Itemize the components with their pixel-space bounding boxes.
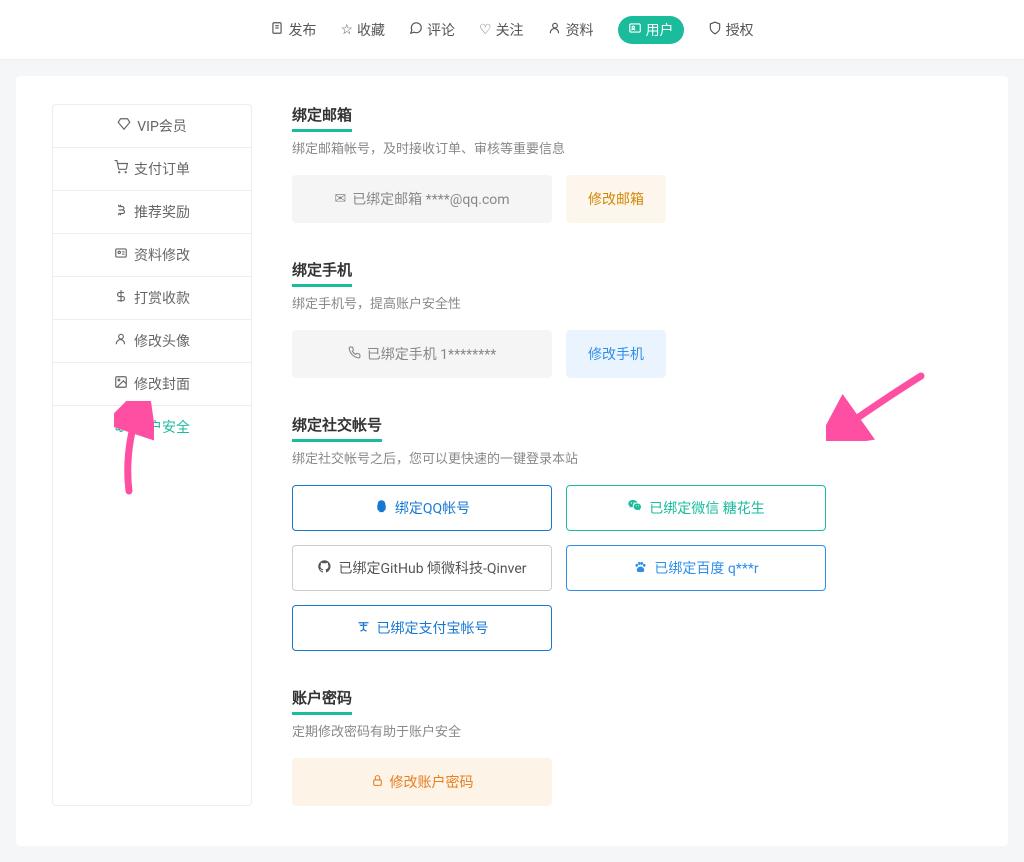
image-icon <box>114 375 128 393</box>
alipay-label: 已绑定支付宝帐号 <box>377 618 489 638</box>
password-btn-label: 修改账户密码 <box>390 772 474 792</box>
bind-github-button[interactable]: 已绑定GitHub 倾微科技-Qinver <box>292 545 552 591</box>
diamond-icon <box>117 117 131 135</box>
idcard-icon <box>628 21 642 39</box>
idcard-icon <box>114 246 128 264</box>
nav-label: 用户 <box>646 20 674 40</box>
nav-comment[interactable]: 评论 <box>409 20 455 40</box>
change-email-button[interactable]: 修改邮箱 <box>566 175 666 223</box>
sidebar-item-label: 资料修改 <box>134 245 190 265</box>
change-password-button[interactable]: 修改账户密码 <box>292 758 552 806</box>
sidebar-item-label: 打赏收款 <box>134 288 190 308</box>
chat-icon <box>409 21 423 39</box>
sidebar-item-label: VIP会员 <box>137 116 187 136</box>
email-status: ✉ 已绑定邮箱 ****@qq.com <box>292 175 552 223</box>
github-label: 已绑定GitHub 倾微科技-Qinver <box>338 558 526 578</box>
password-title: 账户密码 <box>292 687 352 715</box>
phone-status-text: 已绑定手机 1******** <box>367 344 497 364</box>
qq-icon <box>374 499 389 518</box>
sidebar-item-security[interactable]: 账户安全 <box>53 406 251 448</box>
envelope-icon: ✉ <box>334 191 346 207</box>
sidebar-item-tip[interactable]: 打赏收款 <box>53 277 251 320</box>
sidebar-item-edit[interactable]: 资料修改 <box>53 234 251 277</box>
bind-qq-button[interactable]: 绑定QQ帐号 <box>292 485 552 531</box>
sidebar-item-label: 修改头像 <box>134 331 190 351</box>
nav-publish[interactable]: 发布 <box>270 20 316 40</box>
cart-icon <box>114 160 128 178</box>
wechat-label: 已绑定微信 糖花生 <box>649 498 764 518</box>
baidu-icon <box>633 559 648 578</box>
file-icon <box>270 21 284 39</box>
lock-icon <box>371 774 384 791</box>
email-desc: 绑定邮箱帐号，及时接收订单、审核等重要信息 <box>292 138 972 157</box>
topnav: 发布 ☆ 收藏 评论 ♡ 关注 资料 用户 授权 <box>0 0 1024 60</box>
sidebar-item-cover[interactable]: 修改封面 <box>53 363 251 406</box>
baidu-label: 已绑定百度 q***r <box>654 558 758 578</box>
nav-label: 授权 <box>726 20 754 40</box>
bind-alipay-button[interactable]: 已绑定支付宝帐号 <box>292 605 552 651</box>
bind-wechat-button[interactable]: 已绑定微信 糖花生 <box>566 485 826 531</box>
nav-label: 资料 <box>566 20 594 40</box>
email-title: 绑定邮箱 <box>292 104 352 132</box>
nav-favorite[interactable]: ☆ 收藏 <box>340 20 385 40</box>
heart-icon: ♡ <box>479 22 492 38</box>
bind-baidu-button[interactable]: 已绑定百度 q***r <box>566 545 826 591</box>
alipay-icon <box>356 619 371 638</box>
github-icon <box>317 559 332 578</box>
email-section: 绑定邮箱 绑定邮箱帐号，及时接收订单、审核等重要信息 ✉ 已绑定邮箱 ****@… <box>292 104 972 223</box>
sidebar-item-label: 账户安全 <box>134 417 190 437</box>
nav-label: 发布 <box>288 20 316 40</box>
email-status-text: 已绑定邮箱 ****@qq.com <box>352 189 509 209</box>
shield-icon <box>708 21 722 39</box>
qq-label: 绑定QQ帐号 <box>395 498 470 518</box>
sidebar-item-avatar[interactable]: 修改头像 <box>53 320 251 363</box>
sidebar-item-label: 支付订单 <box>134 159 190 179</box>
change-phone-button[interactable]: 修改手机 <box>566 330 666 378</box>
bitcoin-icon <box>114 203 128 221</box>
social-title: 绑定社交帐号 <box>292 414 382 442</box>
sidebar-item-vip[interactable]: VIP会员 <box>53 105 251 148</box>
nav-follow[interactable]: ♡ 关注 <box>479 20 524 40</box>
nav-user[interactable]: 用户 <box>618 16 684 44</box>
phone-desc: 绑定手机号，提高账户安全性 <box>292 293 972 312</box>
nav-auth[interactable]: 授权 <box>708 20 754 40</box>
nav-profile[interactable]: 资料 <box>548 20 594 40</box>
sidebar-item-label: 修改封面 <box>134 374 190 394</box>
phone-icon <box>348 346 361 363</box>
main-container: VIP会员 支付订单 推荐奖励 资料修改 打赏收款 修改头像 修改封面 账户安 <box>16 76 1008 846</box>
sidebar-item-reward[interactable]: 推荐奖励 <box>53 191 251 234</box>
sidebar-item-orders[interactable]: 支付订单 <box>53 148 251 191</box>
nav-label: 关注 <box>496 20 524 40</box>
sidebar-item-label: 推荐奖励 <box>134 202 190 222</box>
user-icon <box>548 21 562 39</box>
social-section: 绑定社交帐号 绑定社交帐号之后，您可以更快速的一键登录本站 绑定QQ帐号 已绑定… <box>292 414 972 651</box>
phone-title: 绑定手机 <box>292 259 352 287</box>
dollar-icon <box>114 289 128 307</box>
nav-label: 收藏 <box>357 20 385 40</box>
main-content: 绑定邮箱 绑定邮箱帐号，及时接收订单、审核等重要信息 ✉ 已绑定邮箱 ****@… <box>292 104 972 806</box>
nav-label: 评论 <box>427 20 455 40</box>
phone-section: 绑定手机 绑定手机号，提高账户安全性 已绑定手机 1******** 修改手机 <box>292 259 972 378</box>
phone-status: 已绑定手机 1******** <box>292 330 552 378</box>
sidebar: VIP会员 支付订单 推荐奖励 资料修改 打赏收款 修改头像 修改封面 账户安 <box>52 104 252 806</box>
social-desc: 绑定社交帐号之后，您可以更快速的一键登录本站 <box>292 448 972 467</box>
gear-icon <box>114 418 128 436</box>
user-icon <box>114 332 128 350</box>
star-icon: ☆ <box>340 22 353 38</box>
wechat-icon <box>627 498 643 518</box>
password-section: 账户密码 定期修改密码有助于账户安全 修改账户密码 <box>292 687 972 806</box>
password-desc: 定期修改密码有助于账户安全 <box>292 721 972 740</box>
